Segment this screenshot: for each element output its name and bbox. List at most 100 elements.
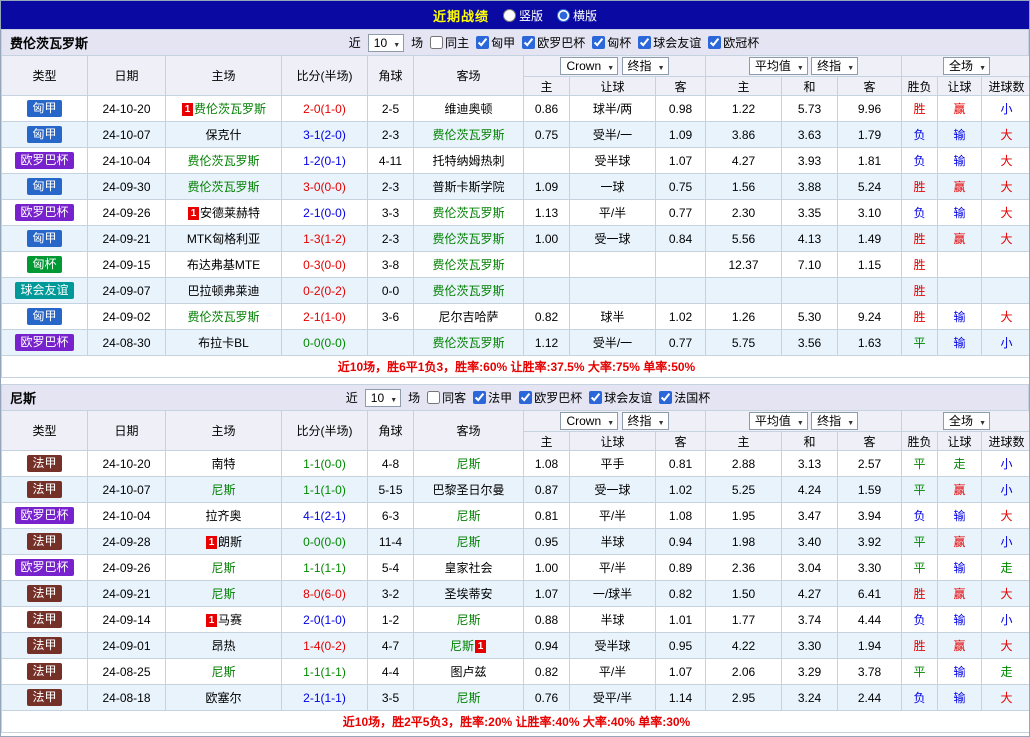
competition-badge[interactable]: 法甲: [27, 689, 62, 706]
competition-filter[interactable]: 法甲: [473, 389, 512, 406]
europe-odds-select[interactable]: 平均值: [748, 412, 808, 431]
europe-odds-select[interactable]: 平均值: [748, 57, 808, 76]
home-team-link[interactable]: 布拉卡BL: [198, 336, 249, 350]
away-team-link[interactable]: 尼斯: [456, 691, 480, 705]
away-team-link[interactable]: 尼斯: [456, 457, 480, 471]
competition-badge[interactable]: 法甲: [27, 455, 62, 472]
home-team-link[interactable]: 费伦茨瓦罗斯: [187, 154, 259, 168]
competition-filter[interactable]: 球会友谊: [589, 389, 652, 406]
competition-badge[interactable]: 欧罗巴杯: [15, 507, 74, 524]
score-link[interactable]: 3-1(2-0): [303, 128, 346, 142]
competition-badge[interactable]: 匈杯: [27, 256, 62, 273]
away-team-link[interactable]: 尼斯: [456, 509, 480, 523]
home-team-link[interactable]: 尼斯: [211, 587, 235, 601]
score-link[interactable]: 1-1(1-1): [303, 561, 346, 575]
away-team-link[interactable]: 尼斯: [450, 639, 474, 653]
away-team-link[interactable]: 图卢兹: [450, 665, 486, 679]
score-link[interactable]: 2-1(0-0): [303, 206, 346, 220]
score-link[interactable]: 8-0(6-0): [303, 587, 346, 601]
home-team-link[interactable]: 安德莱赫特: [200, 206, 260, 220]
away-team-link[interactable]: 费伦茨瓦罗斯: [432, 128, 504, 142]
competition-badge[interactable]: 欧罗巴杯: [15, 204, 74, 221]
competition-checkbox[interactable]: [473, 391, 487, 404]
vertical-layout-option[interactable]: 竖版: [502, 7, 543, 24]
score-link[interactable]: 0-3(0-0): [303, 258, 346, 272]
competition-badge[interactable]: 法甲: [27, 637, 62, 654]
competition-badge[interactable]: 欧罗巴杯: [15, 559, 74, 576]
same-venue-filter[interactable]: 同客: [427, 389, 466, 406]
handicap-time-select[interactable]: 终指: [621, 57, 669, 76]
home-team-link[interactable]: 布达弗基MTE: [187, 258, 260, 272]
scope-select[interactable]: 全场: [943, 57, 991, 76]
score-link[interactable]: 2-1(1-0): [303, 310, 346, 324]
competition-badge[interactable]: 欧罗巴杯: [15, 334, 74, 351]
competition-badge[interactable]: 匈甲: [27, 308, 62, 325]
home-team-link[interactable]: 南特: [211, 457, 235, 471]
competition-checkbox[interactable]: [592, 36, 606, 49]
competition-badge[interactable]: 法甲: [27, 585, 62, 602]
score-link[interactable]: 0-0(0-0): [303, 535, 346, 549]
score-link[interactable]: 1-3(1-2): [303, 232, 346, 246]
score-link[interactable]: 2-0(1-0): [303, 102, 346, 116]
competition-filter[interactable]: 匈杯: [592, 34, 631, 51]
away-team-link[interactable]: 尼斯: [456, 535, 480, 549]
competition-checkbox[interactable]: [708, 36, 722, 49]
home-team-link[interactable]: 朗斯: [218, 535, 242, 549]
score-link[interactable]: 1-2(0-1): [303, 154, 346, 168]
score-link[interactable]: 1-1(1-0): [303, 483, 346, 497]
competition-badge[interactable]: 匈甲: [27, 100, 62, 117]
home-team-link[interactable]: MTK匈格利亚: [187, 232, 260, 246]
home-team-link[interactable]: 马赛: [218, 613, 242, 627]
score-link[interactable]: 1-1(0-0): [303, 457, 346, 471]
home-team-link[interactable]: 欧塞尔: [205, 691, 241, 705]
scope-select[interactable]: 全场: [943, 412, 991, 431]
home-team-link[interactable]: 尼斯: [211, 665, 235, 679]
competition-checkbox[interactable]: [638, 36, 652, 49]
score-link[interactable]: 0-2(0-2): [303, 284, 346, 298]
away-team-link[interactable]: 皇家社会: [444, 561, 492, 575]
horizontal-layout-radio[interactable]: [557, 8, 570, 22]
home-team-link[interactable]: 拉齐奥: [205, 509, 241, 523]
competition-checkbox[interactable]: [659, 391, 673, 404]
score-link[interactable]: 2-1(1-1): [303, 691, 346, 705]
competition-filter[interactable]: 欧冠杯: [708, 34, 759, 51]
competition-filter[interactable]: 欧罗巴杯: [522, 34, 585, 51]
competition-badge[interactable]: 法甲: [27, 533, 62, 550]
competition-filter[interactable]: 欧罗巴杯: [519, 389, 582, 406]
away-team-link[interactable]: 巴黎圣日尔曼: [432, 483, 504, 497]
recent-count-select[interactable]: 10: [367, 33, 405, 53]
competition-checkbox[interactable]: [522, 36, 536, 49]
away-team-link[interactable]: 费伦茨瓦罗斯: [432, 284, 504, 298]
odds-company-select[interactable]: Crown: [560, 412, 619, 431]
competition-badge[interactable]: 法甲: [27, 481, 62, 498]
home-team-link[interactable]: 费伦茨瓦罗斯: [187, 180, 259, 194]
score-link[interactable]: 1-1(1-1): [303, 665, 346, 679]
competition-checkbox[interactable]: [589, 391, 603, 404]
competition-badge[interactable]: 匈甲: [27, 230, 62, 247]
away-team-link[interactable]: 费伦茨瓦罗斯: [432, 206, 504, 220]
home-team-link[interactable]: 费伦茨瓦罗斯: [194, 102, 266, 116]
same-venue-checkbox[interactable]: [430, 36, 444, 49]
horizontal-layout-option[interactable]: 横版: [557, 7, 597, 24]
competition-checkbox[interactable]: [519, 391, 533, 404]
competition-badge[interactable]: 匈甲: [27, 126, 62, 143]
away-team-link[interactable]: 费伦茨瓦罗斯: [432, 232, 504, 246]
away-team-link[interactable]: 普斯卡斯学院: [432, 180, 504, 194]
europe-time-select[interactable]: 终指: [811, 412, 859, 431]
same-venue-checkbox[interactable]: [427, 391, 441, 404]
away-team-link[interactable]: 维迪奥顿: [444, 102, 492, 116]
same-venue-filter[interactable]: 同主: [430, 34, 469, 51]
competition-badge[interactable]: 法甲: [27, 611, 62, 628]
score-link[interactable]: 1-4(0-2): [303, 639, 346, 653]
vertical-layout-radio[interactable]: [502, 8, 516, 22]
home-team-link[interactable]: 昂热: [211, 639, 235, 653]
recent-count-select[interactable]: 10: [364, 388, 402, 408]
competition-filter[interactable]: 球会友谊: [638, 34, 701, 51]
score-link[interactable]: 2-0(1-0): [303, 613, 346, 627]
away-team-link[interactable]: 托特纳姆热刺: [432, 154, 504, 168]
home-team-link[interactable]: 费伦茨瓦罗斯: [187, 310, 259, 324]
competition-filter[interactable]: 法国杯: [659, 389, 710, 406]
handicap-time-select[interactable]: 终指: [621, 412, 669, 431]
competition-badge[interactable]: 欧罗巴杯: [15, 152, 74, 169]
home-team-link[interactable]: 尼斯: [211, 561, 235, 575]
